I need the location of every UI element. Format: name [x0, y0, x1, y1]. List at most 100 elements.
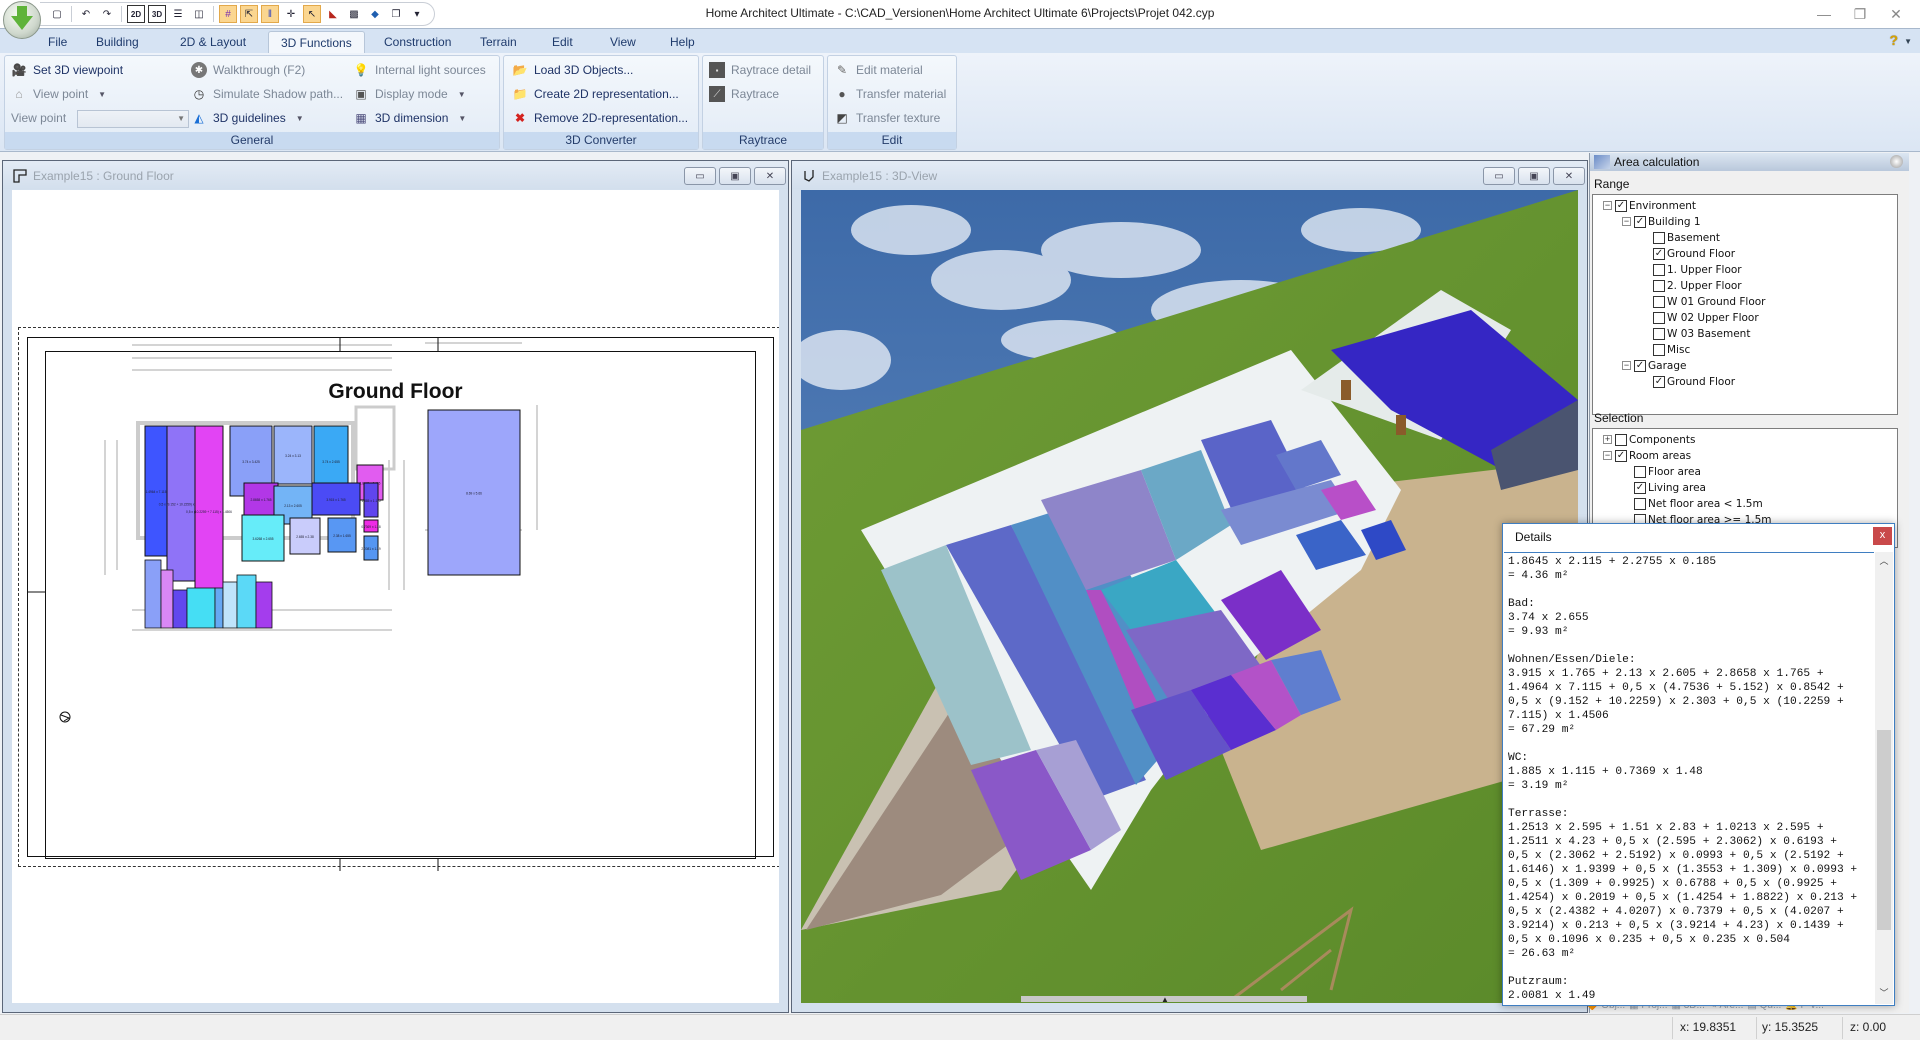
- close-window-button[interactable]: ✕: [1878, 3, 1914, 25]
- checkbox-unchecked[interactable]: [1653, 311, 1665, 324]
- view-point-combo[interactable]: ▼: [77, 110, 189, 128]
- help-dropdown-caret[interactable]: ▼: [1904, 37, 1912, 46]
- internal-light-sources-button[interactable]: 💡 Internal light sources: [353, 60, 486, 80]
- tree-item[interactable]: ✓ Room areas: [1615, 448, 1691, 463]
- checkbox-checked[interactable]: ✓: [1634, 481, 1646, 494]
- tree-item[interactable]: 1. Upper Floor: [1653, 262, 1742, 277]
- checkbox-unchecked[interactable]: [1653, 231, 1665, 244]
- tree-item-label: W 01 Ground Floor: [1667, 295, 1766, 308]
- group-label-edit: Edit: [828, 132, 956, 149]
- collapse-icon[interactable]: −: [1603, 201, 1612, 210]
- scroll-up-arrow[interactable]: ▲: [1161, 995, 1169, 1003]
- scroll-up-icon[interactable]: ︿: [1875, 554, 1893, 570]
- checkbox-checked[interactable]: ✓: [1634, 215, 1646, 228]
- tab-construction[interactable]: Construction: [372, 31, 463, 54]
- checkbox-unchecked[interactable]: [1653, 279, 1665, 292]
- tree-item-label: Ground Floor: [1667, 375, 1736, 388]
- display-mode-dropdown[interactable]: ▣ Display mode ▼: [353, 84, 465, 104]
- 3d-restore-button[interactable]: ▣: [1518, 167, 1550, 185]
- tree-item[interactable]: W 02 Upper Floor: [1653, 310, 1759, 325]
- tab-edit[interactable]: Edit: [540, 31, 585, 54]
- tab-help[interactable]: Help: [658, 31, 707, 54]
- tree-item[interactable]: ✓ Building 1: [1634, 214, 1701, 229]
- plan-close-button[interactable]: ✕: [754, 167, 786, 185]
- tree-item[interactable]: Basement: [1653, 230, 1720, 245]
- 3d-dimension-dropdown[interactable]: ▦ 3D dimension ▼: [353, 108, 466, 128]
- tree-item[interactable]: ✓ Environment: [1615, 198, 1696, 213]
- application-menu-button[interactable]: [3, 1, 41, 39]
- checkbox-unchecked[interactable]: [1615, 433, 1627, 446]
- scroll-thumb[interactable]: [1877, 730, 1891, 930]
- details-close-button[interactable]: x: [1873, 527, 1892, 545]
- checkbox-unchecked[interactable]: [1653, 295, 1665, 308]
- checkbox-checked[interactable]: ✓: [1634, 359, 1646, 372]
- scroll-down-icon[interactable]: ﹀: [1875, 986, 1893, 1002]
- tab-terrain[interactable]: Terrain: [468, 31, 529, 54]
- edit-material-button[interactable]: ✎ Edit material: [834, 60, 923, 80]
- plan-canvas[interactable]: Ground Floor 1.4964 x 7.115 0,5 x (9.152 …: [12, 190, 779, 1003]
- guidelines-icon: ◭: [194, 111, 204, 125]
- checkbox-checked[interactable]: ✓: [1615, 449, 1627, 462]
- tree-item[interactable]: Components: [1615, 432, 1695, 447]
- tree-item-label: W 02 Upper Floor: [1667, 311, 1759, 324]
- tree-item[interactable]: Misc: [1653, 342, 1690, 357]
- 3d-guidelines-dropdown[interactable]: ◭ 3D guidelines ▼: [191, 108, 303, 128]
- checkbox-checked[interactable]: ✓: [1653, 247, 1665, 260]
- download-arrow-icon: [11, 6, 33, 30]
- restore-button[interactable]: ❐: [1842, 3, 1878, 25]
- 3d-view-icon: [804, 170, 814, 182]
- transfer-material-button[interactable]: ● Transfer material: [834, 84, 946, 104]
- garage-side-door: [1396, 415, 1406, 435]
- set-3d-viewpoint-button[interactable]: 🎥 Set 3D viewpoint: [11, 60, 124, 80]
- details-text[interactable]: 1.8645 x 2.115 + 2.2755 x 0.185 = 4.36 m…: [1504, 552, 1874, 1004]
- checkbox-unchecked[interactable]: [1653, 343, 1665, 356]
- tree-item[interactable]: Net floor area < 1.5m: [1634, 496, 1763, 511]
- plan-minimize-button[interactable]: ▭: [684, 167, 716, 185]
- collapse-icon[interactable]: −: [1622, 361, 1631, 370]
- tree-item[interactable]: W 03 Basement: [1653, 326, 1750, 341]
- 3d-minimize-button[interactable]: ▭: [1483, 167, 1515, 185]
- view-point-dropdown[interactable]: ⌂ View point ▼: [11, 84, 106, 104]
- checkbox-checked[interactable]: ✓: [1653, 375, 1665, 388]
- expand-icon[interactable]: +: [1603, 435, 1612, 444]
- ribbon-group-general: 🎥 Set 3D viewpoint ⌂ View point ▼ View po…: [4, 55, 500, 150]
- tree-item[interactable]: ✓ Living area: [1634, 480, 1706, 495]
- ribbon-group-raytrace: ▪ Raytrace detail ⟋ Raytrace Raytrace: [702, 55, 824, 150]
- plan-restore-button[interactable]: ▣: [719, 167, 751, 185]
- checkbox-unchecked[interactable]: [1634, 497, 1646, 510]
- load-3d-objects-button[interactable]: 📂 Load 3D Objects...: [512, 60, 634, 80]
- tree-item-label: Living area: [1648, 481, 1706, 494]
- tree-item[interactable]: ✓ Ground Floor: [1653, 374, 1735, 389]
- tree-item[interactable]: ✓ Garage: [1634, 358, 1686, 373]
- remove-2d-representation-button[interactable]: ✖ Remove 2D-representation...: [512, 108, 688, 128]
- range-tree[interactable]: − ✓ Environment − ✓ Building 1 Basement ✓ Ground…: [1592, 194, 1898, 415]
- collapse-icon[interactable]: −: [1622, 217, 1631, 226]
- details-scrollbar[interactable]: ︿ ﹀: [1875, 552, 1893, 1004]
- tree-item[interactable]: 2. Upper Floor: [1653, 278, 1742, 293]
- 3d-viewport[interactable]: ▲: [801, 190, 1578, 1003]
- tab-file[interactable]: File: [36, 31, 79, 54]
- simulate-shadow-button[interactable]: ◷ Simulate Shadow path...: [191, 84, 343, 104]
- transfer-texture-button[interactable]: ◩ Transfer texture: [834, 108, 940, 128]
- tree-item[interactable]: ✓ Ground Floor: [1653, 246, 1735, 261]
- tree-item[interactable]: Floor area: [1634, 464, 1701, 479]
- walkthrough-button[interactable]: ✱ Walkthrough (F2): [191, 60, 305, 80]
- collapse-icon[interactable]: −: [1603, 451, 1612, 460]
- raytrace-detail-button[interactable]: ▪ Raytrace detail: [709, 60, 811, 80]
- checkbox-checked[interactable]: ✓: [1615, 199, 1627, 212]
- pin-icon[interactable]: [1890, 155, 1903, 168]
- tree-item[interactable]: W 01 Ground Floor: [1653, 294, 1766, 309]
- help-icon[interactable]: ?: [1889, 32, 1898, 48]
- checkbox-unchecked[interactable]: [1653, 263, 1665, 276]
- bulb-icon: 💡: [353, 63, 369, 77]
- tab-view[interactable]: View: [598, 31, 648, 54]
- 3d-close-button[interactable]: ✕: [1553, 167, 1585, 185]
- minimize-button[interactable]: —: [1806, 3, 1842, 25]
- tab-2d-layout[interactable]: 2D & Layout: [168, 31, 258, 54]
- checkbox-unchecked[interactable]: [1653, 327, 1665, 340]
- create-2d-representation-button[interactable]: 📁 Create 2D representation...: [512, 84, 679, 104]
- checkbox-unchecked[interactable]: [1634, 465, 1646, 478]
- tab-building[interactable]: Building: [84, 31, 151, 54]
- tab-3d-functions[interactable]: 3D Functions: [268, 31, 365, 54]
- raytrace-button[interactable]: ⟋ Raytrace: [709, 84, 779, 104]
